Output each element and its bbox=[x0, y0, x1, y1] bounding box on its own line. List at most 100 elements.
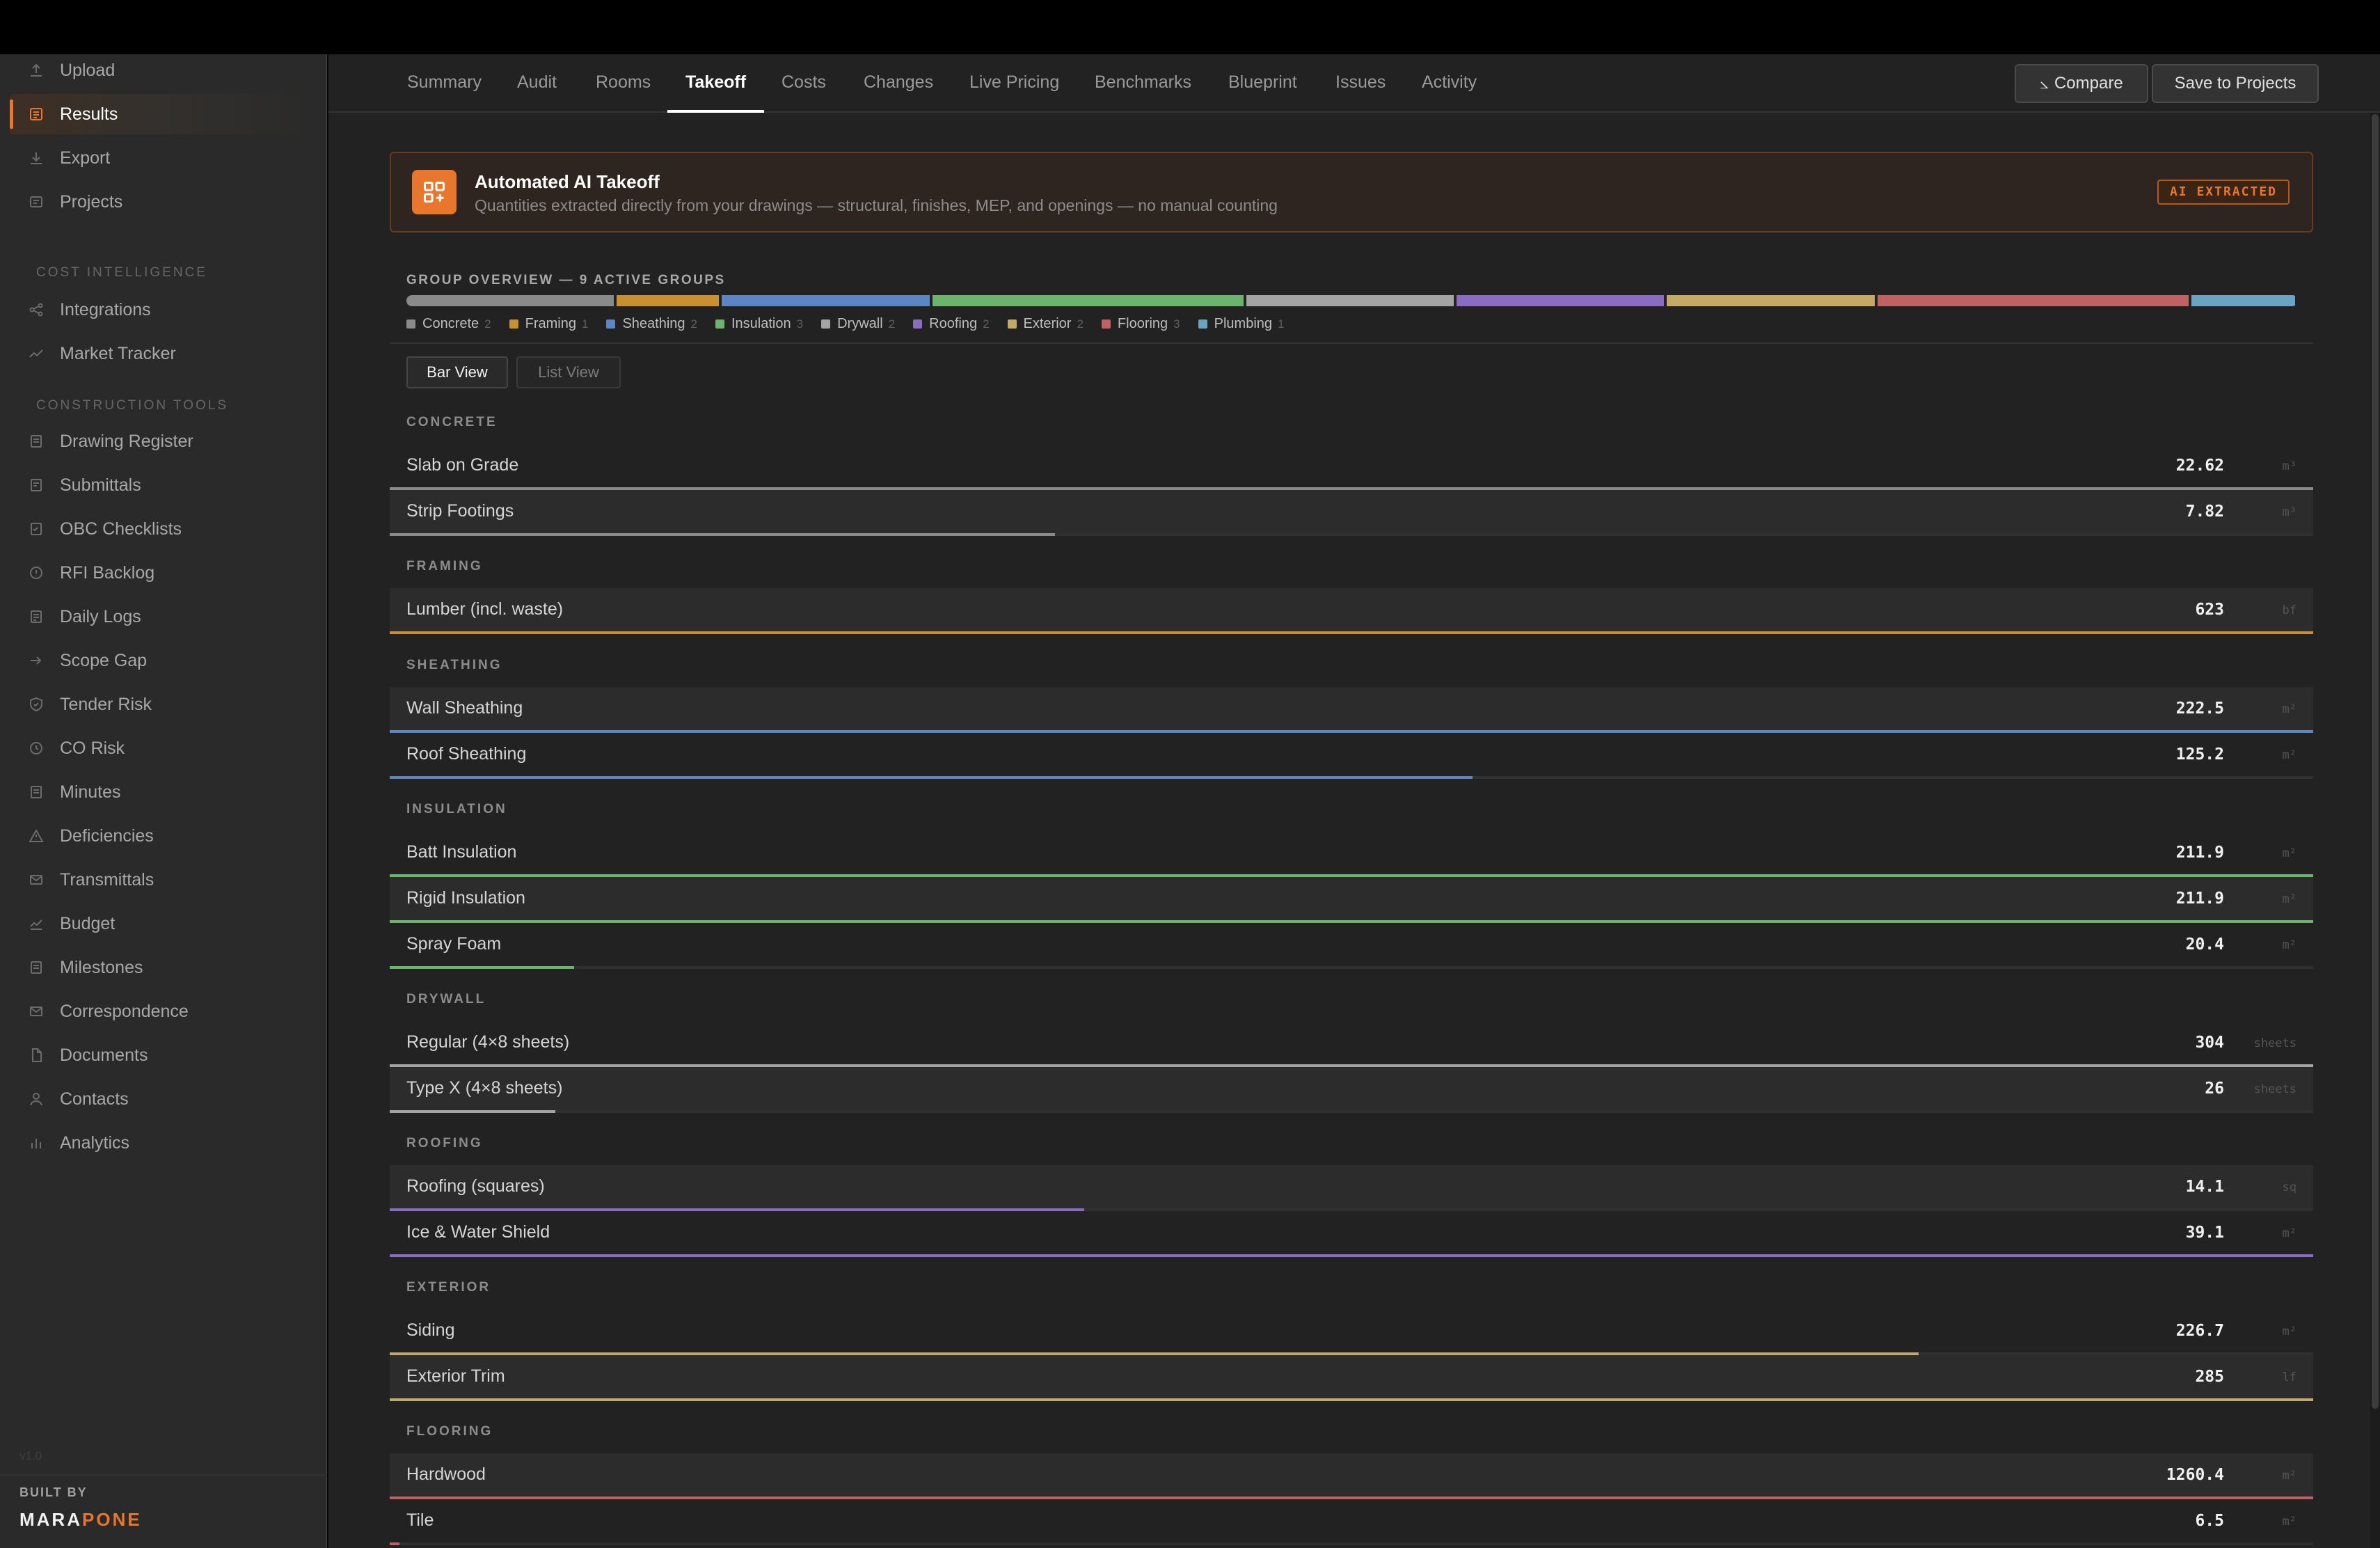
sidebar-item-upload[interactable]: Upload bbox=[10, 50, 316, 90]
group-legend: Concrete 2 Framing 1 Sheathing 2 Insulation 3 Dr… bbox=[406, 316, 1303, 332]
item-label: Type X (4×8 sheets) bbox=[406, 1078, 563, 1098]
sidebar-item-milestones[interactable]: Milestones bbox=[10, 947, 316, 988]
sidebar-item-projects[interactable]: Projects bbox=[10, 182, 316, 222]
sidebar-item-label: Projects bbox=[60, 191, 123, 212]
sidebar-item-label: Integrations bbox=[60, 299, 151, 319]
item-label: Wall Sheathing bbox=[406, 698, 523, 718]
legend-label: Framing bbox=[525, 316, 576, 331]
takeoff-row[interactable]: Regular (4×8 sheets) 304 sheets bbox=[390, 1021, 2313, 1067]
legend-swatch bbox=[821, 319, 831, 329]
sidebar-item-label: Market Tracker bbox=[60, 343, 176, 363]
item-unit: m² bbox=[2282, 1226, 2296, 1240]
tab-rooms[interactable]: Rooms bbox=[596, 54, 651, 113]
overview-segment-framing bbox=[617, 295, 720, 306]
legend-swatch bbox=[715, 319, 724, 329]
takeoff-row[interactable]: Siding 226.7 m² bbox=[390, 1309, 2313, 1355]
bar-view-button[interactable]: Bar View bbox=[406, 356, 508, 388]
list-view-button[interactable]: List View bbox=[516, 356, 621, 388]
tab-takeoff[interactable]: Takeoff bbox=[667, 54, 765, 113]
scrollbar-thumb[interactable] bbox=[2372, 114, 2379, 1409]
item-quantity: 39.1 bbox=[2185, 1224, 2224, 1242]
legend-item-framing: Framing 1 bbox=[509, 316, 588, 332]
sidebar-item-contacts[interactable]: Contacts bbox=[10, 1079, 316, 1119]
takeoff-row[interactable]: Roofing (squares) 14.1 sq bbox=[390, 1165, 2313, 1211]
item-quantity: 6.5 bbox=[2195, 1512, 2224, 1530]
legend-item-drywall: Drywall 2 bbox=[821, 316, 895, 332]
cost-intelligence-heading: COST INTELLIGENCE bbox=[36, 265, 207, 280]
budget-icon bbox=[28, 915, 45, 932]
takeoff-row[interactable]: Ice & Water Shield 39.1 m² bbox=[390, 1211, 2313, 1257]
takeoff-row[interactable]: Rigid Insulation 211.9 m² bbox=[390, 877, 2313, 923]
tab-live-pricing[interactable]: Live Pricing bbox=[969, 54, 1059, 113]
item-label: Regular (4×8 sheets) bbox=[406, 1032, 570, 1052]
sidebar-item-label: Budget bbox=[60, 913, 116, 933]
legend-item-sheathing: Sheathing 2 bbox=[606, 316, 697, 332]
item-label: Strip Footings bbox=[406, 501, 514, 521]
compare-button[interactable]: ⦣ Compare bbox=[2015, 64, 2148, 103]
item-label: Slab on Grade bbox=[406, 455, 519, 475]
tab-audit[interactable]: Audit bbox=[517, 54, 557, 113]
sidebar-item-analytics[interactable]: Analytics bbox=[10, 1123, 316, 1163]
sidebar-item-co-risk[interactable]: CO Risk bbox=[10, 728, 316, 768]
item-quantity: 125.2 bbox=[2175, 745, 2224, 764]
sidebar-item-label: Contacts bbox=[60, 1089, 129, 1109]
sidebar-item-results[interactable]: Results bbox=[10, 94, 316, 134]
takeoff-row[interactable]: Roof Sheathing 125.2 m² bbox=[390, 733, 2313, 779]
takeoff-row[interactable]: Exterior Trim 285 lf bbox=[390, 1355, 2313, 1401]
sidebar-item-market-tracker[interactable]: Market Tracker bbox=[10, 333, 316, 374]
takeoff-row[interactable]: Batt Insulation 211.9 m² bbox=[390, 831, 2313, 877]
sidebar-item-label: Tender Risk bbox=[60, 694, 152, 714]
sidebar-item-rfi-backlog[interactable]: RFI Backlog bbox=[10, 553, 316, 593]
sidebar-item-tender-risk[interactable]: Tender Risk bbox=[10, 684, 316, 725]
takeoff-row[interactable]: Lumber (incl. waste) 623 bf bbox=[390, 588, 2313, 634]
takeoff-row[interactable]: Tile 6.5 m² bbox=[390, 1499, 2313, 1545]
quantity-bar-track bbox=[390, 1110, 2313, 1113]
sidebar-item-obc-checklists[interactable]: OBC Checklists bbox=[10, 509, 316, 549]
tab-issues[interactable]: Issues bbox=[1335, 54, 1386, 113]
sidebar-item-minutes[interactable]: Minutes bbox=[10, 772, 316, 812]
sidebar-item-documents[interactable]: Documents bbox=[10, 1035, 316, 1075]
item-quantity: 1260.4 bbox=[2166, 1466, 2224, 1484]
results-icon bbox=[28, 106, 45, 123]
quantity-bar-fill bbox=[390, 966, 574, 969]
sidebar-item-drawing-register[interactable]: Drawing Register bbox=[10, 421, 316, 461]
takeoff-row[interactable]: Slab on Grade 22.62 m³ bbox=[390, 444, 2313, 490]
sidebar-item-budget[interactable]: Budget bbox=[10, 903, 316, 944]
group-heading-drywall: DRYWALL bbox=[406, 992, 486, 1006]
tab-costs[interactable]: Costs bbox=[782, 54, 826, 113]
item-unit: m³ bbox=[2282, 505, 2296, 519]
window-top-bar bbox=[0, 0, 2380, 54]
tab-summary[interactable]: Summary bbox=[407, 54, 482, 113]
save-to-projects-button[interactable]: Save to Projects bbox=[2152, 64, 2319, 103]
integrations-icon bbox=[28, 301, 45, 318]
takeoff-row[interactable]: Hardwood 1260.4 m² bbox=[390, 1453, 2313, 1499]
takeoff-row[interactable]: Strip Footings 7.82 m³ bbox=[390, 490, 2313, 536]
group-overview-bar bbox=[406, 295, 2298, 306]
item-label: Tile bbox=[406, 1510, 434, 1530]
analytics-icon bbox=[28, 1135, 45, 1151]
sidebar-item-export[interactable]: Export bbox=[10, 138, 316, 178]
tab-benchmarks[interactable]: Benchmarks bbox=[1095, 54, 1191, 113]
takeoff-row[interactable]: Spray Foam 20.4 m² bbox=[390, 923, 2313, 969]
legend-item-roofing: Roofing 2 bbox=[913, 316, 990, 332]
takeoff-row[interactable]: Type X (4×8 sheets) 26 sheets bbox=[390, 1067, 2313, 1113]
overview-segment-drywall bbox=[1246, 295, 1454, 306]
sidebar-item-integrations[interactable]: Integrations bbox=[10, 290, 316, 330]
sidebar-item-daily-logs[interactable]: Daily Logs bbox=[10, 597, 316, 637]
takeoff-row[interactable]: Wall Sheathing 222.5 m² bbox=[390, 687, 2313, 733]
sidebar-item-correspondence[interactable]: Correspondence bbox=[10, 991, 316, 1032]
sidebar-item-label: Milestones bbox=[60, 957, 143, 977]
tab-blueprint[interactable]: Blueprint bbox=[1228, 54, 1297, 113]
tab-activity[interactable]: Activity bbox=[1422, 54, 1477, 113]
item-unit: m² bbox=[2282, 1469, 2296, 1483]
sidebar-item-scope-gap[interactable]: Scope Gap bbox=[10, 640, 316, 681]
legend-item-concrete: Concrete 2 bbox=[406, 316, 491, 332]
sidebar-item-transmittals[interactable]: Transmittals bbox=[10, 860, 316, 900]
tab-changes[interactable]: Changes bbox=[864, 54, 933, 113]
legend-count: 2 bbox=[1077, 317, 1084, 331]
item-quantity: 7.82 bbox=[2185, 503, 2224, 521]
sidebar-item-submittals[interactable]: Submittals bbox=[10, 465, 316, 505]
sidebar-item-deficiencies[interactable]: Deficiencies bbox=[10, 816, 316, 856]
projects-icon bbox=[28, 194, 45, 210]
group-heading-sheathing: SHEATHING bbox=[406, 658, 502, 672]
